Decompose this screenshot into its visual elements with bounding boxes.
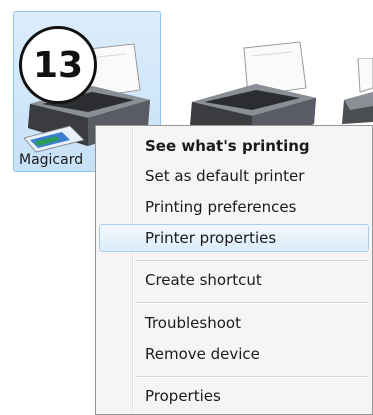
step-number-badge: 13 bbox=[19, 26, 97, 104]
menu-separator bbox=[136, 302, 369, 304]
menu-item-troubleshoot[interactable]: Troubleshoot bbox=[99, 309, 369, 337]
menu-item-printer-properties[interactable]: Printer properties bbox=[99, 224, 369, 252]
context-menu: See what's printing Set as default print… bbox=[95, 125, 373, 415]
menu-separator bbox=[136, 376, 369, 378]
menu-item-properties[interactable]: Properties bbox=[99, 382, 369, 410]
menu-item-see-whats-printing[interactable]: See what's printing bbox=[99, 132, 369, 160]
menu-item-set-as-default-printer[interactable]: Set as default printer bbox=[99, 162, 369, 190]
menu-item-printing-preferences[interactable]: Printing preferences bbox=[99, 193, 369, 221]
menu-separator bbox=[136, 260, 369, 262]
desktop-stage: 13 Magicard See what's printing Set as d… bbox=[0, 0, 373, 415]
menu-item-remove-device[interactable]: Remove device bbox=[99, 340, 369, 368]
menu-item-create-shortcut[interactable]: Create shortcut bbox=[99, 266, 369, 294]
printer-label-magicard: Magicard bbox=[19, 152, 84, 168]
